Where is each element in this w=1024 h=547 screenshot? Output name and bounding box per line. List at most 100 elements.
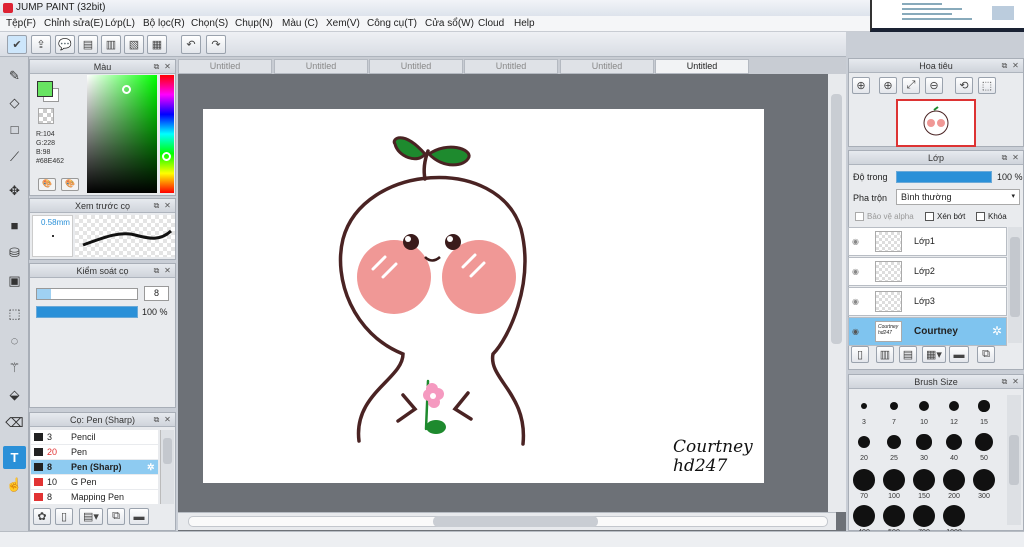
tab-untitled-4[interactable]: Untitled: [464, 59, 558, 74]
brush-size-option[interactable]: [913, 469, 935, 491]
brush-size-option[interactable]: [860, 402, 868, 410]
brush-size-option[interactable]: [973, 469, 995, 491]
menu-layer[interactable]: Lớp(L): [105, 18, 135, 29]
menu-tools[interactable]: Công cụ(T): [367, 18, 417, 29]
comment-icon[interactable]: 💬: [55, 35, 75, 54]
eraser-tool-icon[interactable]: ◇: [3, 91, 26, 114]
brush-size-option[interactable]: [945, 433, 963, 451]
hue-slider[interactable]: [160, 75, 174, 193]
brush-size-option[interactable]: [883, 469, 905, 491]
copy-brush-icon[interactable]: ⧉: [107, 508, 125, 525]
tab-untitled-5[interactable]: Untitled: [560, 59, 654, 74]
menu-select[interactable]: Chọn(S): [191, 18, 228, 29]
brush-size-input[interactable]: 8: [144, 286, 169, 301]
menu-color[interactable]: Màu (C): [282, 18, 318, 29]
bucket-tool-icon[interactable]: ⛁: [3, 241, 26, 264]
palette-icon[interactable]: 🎨: [38, 178, 56, 191]
layer-row-2[interactable]: ◉ Lớp2: [848, 257, 1007, 286]
close-icon[interactable]: ✕: [163, 266, 172, 275]
zoom-fit-icon[interactable]: ⊕: [852, 77, 870, 94]
select-pen-tool-icon[interactable]: ⬙: [3, 383, 26, 406]
layer-list-scrollbar[interactable]: [1008, 227, 1022, 343]
undock-icon[interactable]: ⧉: [152, 415, 161, 424]
clipping-checkbox[interactable]: [925, 212, 934, 222]
tab-untitled-2[interactable]: Untitled: [274, 59, 368, 74]
visibility-eye-icon[interactable]: ◉: [852, 237, 859, 246]
menu-capture[interactable]: Chụp(N): [235, 18, 273, 29]
close-icon[interactable]: ✕: [163, 62, 172, 71]
menu-file[interactable]: Tệp(F): [6, 18, 36, 29]
close-icon[interactable]: ✕: [1011, 153, 1020, 162]
fill-rect-tool-icon[interactable]: ■: [3, 214, 26, 237]
tab-untitled-1[interactable]: Untitled: [178, 59, 272, 74]
select-eraser-tool-icon[interactable]: ⌫: [3, 411, 26, 434]
close-icon[interactable]: ✕: [163, 201, 172, 210]
protect-alpha-checkbox[interactable]: [855, 212, 864, 222]
copy-layer-icon[interactable]: ▤: [899, 346, 917, 363]
hue-cursor[interactable]: [162, 152, 171, 161]
line-tool-icon[interactable]: ⟋: [3, 145, 26, 168]
rectangle-tool-icon[interactable]: □: [3, 118, 26, 141]
select-rect-tool-icon[interactable]: ⬚: [3, 302, 26, 325]
brush-size-option[interactable]: [857, 435, 871, 449]
visibility-eye-icon[interactable]: ◉: [852, 267, 859, 276]
undock-icon[interactable]: ⧉: [1000, 377, 1009, 386]
folder-icon[interactable]: ▬: [949, 346, 969, 363]
brush-item-pencil[interactable]: 3 Pencil: [31, 430, 158, 444]
brush-size-option[interactable]: [943, 469, 965, 491]
brush-settings-icon[interactable]: ✿: [33, 508, 51, 525]
undo-icon[interactable]: ↶: [181, 35, 201, 54]
layer-row-3[interactable]: ◉ Lớp3: [848, 287, 1007, 316]
gradient-tool-icon[interactable]: ▣: [3, 269, 26, 292]
fit-window-icon[interactable]: ⤢: [902, 77, 920, 94]
flip-icon[interactable]: ⬚: [978, 77, 996, 94]
close-icon[interactable]: ✕: [1011, 377, 1020, 386]
brush-item-mapping-pen[interactable]: 8 Mapping Pen: [31, 490, 158, 504]
brush-size-option[interactable]: [913, 505, 935, 527]
horizontal-scroll-thumb[interactable]: [433, 516, 598, 527]
clipping-option[interactable]: Xén bớt: [925, 212, 965, 222]
grid-icon[interactable]: ▦: [147, 35, 167, 54]
lasso-tool-icon[interactable]: ◌: [3, 329, 26, 352]
menu-help[interactable]: Help: [514, 18, 535, 29]
undock-icon[interactable]: ⧉: [152, 62, 161, 71]
brush-size-option[interactable]: [916, 434, 932, 450]
saturation-value-picker[interactable]: [87, 75, 157, 193]
brush-list-scroll-thumb[interactable]: [163, 438, 172, 464]
close-icon[interactable]: ✕: [163, 415, 172, 424]
brush-size-option[interactable]: [974, 432, 994, 452]
check-icon[interactable]: ✔: [7, 35, 27, 54]
brush-size-scrollbar[interactable]: [1007, 395, 1021, 525]
visibility-eye-icon[interactable]: ◉: [852, 327, 859, 336]
lock-option[interactable]: Khóa: [976, 212, 1007, 222]
canvas-horizontal-scrollbar[interactable]: [178, 512, 836, 530]
brush-size-option[interactable]: [887, 435, 901, 449]
new-layer-icon[interactable]: ▯: [851, 346, 869, 363]
new-brush-icon[interactable]: ▯: [55, 508, 73, 525]
brush-size-slider[interactable]: [36, 288, 138, 300]
add-brush-icon[interactable]: ▤▾: [79, 508, 103, 525]
hand-tool-icon[interactable]: ☝: [3, 473, 26, 496]
layer-opacity-slider[interactable]: [896, 171, 992, 183]
blend-mode-select[interactable]: Bình thường ▾: [896, 189, 1020, 205]
canvas-vertical-scrollbar[interactable]: [828, 74, 846, 512]
menu-cloud[interactable]: Cloud: [478, 18, 504, 29]
brush-tool-icon[interactable]: ✎: [3, 64, 26, 87]
brush-size-option[interactable]: [919, 401, 929, 411]
settings-gear-icon[interactable]: ✲: [147, 460, 155, 474]
export-icon[interactable]: ⇪: [31, 35, 51, 54]
brush-size-option[interactable]: [853, 469, 875, 491]
undock-icon[interactable]: ⧉: [152, 201, 161, 210]
brush-opacity-slider[interactable]: [36, 306, 138, 318]
brush-size-option[interactable]: [883, 505, 905, 527]
zoom-in-icon[interactable]: ⊕: [879, 77, 897, 94]
brush-size-option[interactable]: [978, 400, 990, 412]
brush-item-g-pen[interactable]: 10 G Pen: [31, 475, 158, 489]
menu-edit[interactable]: Chỉnh sửa(E): [44, 18, 104, 29]
settings-gear-icon[interactable]: ✲: [992, 324, 1002, 338]
visibility-eye-icon[interactable]: ◉: [852, 297, 859, 306]
brush-size-option[interactable]: [948, 400, 960, 412]
undock-icon[interactable]: ⧉: [152, 266, 161, 275]
brush-size-option[interactable]: [943, 505, 965, 527]
palette-add-icon[interactable]: 🎨: [61, 178, 79, 191]
